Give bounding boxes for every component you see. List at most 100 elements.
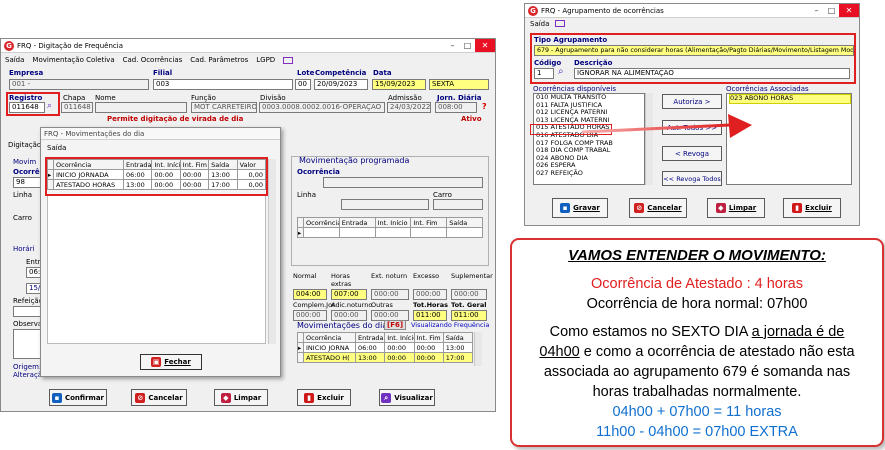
revoga-todos-button[interactable]: << Revoga Todos — [662, 171, 722, 186]
registro-highlight — [6, 92, 60, 116]
right-excluir-label: Excluir — [805, 204, 832, 212]
lote-label: Lote — [297, 69, 315, 77]
right-menu-saida[interactable]: Saída — [530, 20, 549, 28]
adic-noturno-value: 000:00 — [331, 310, 367, 321]
autoriza-button[interactable]: Autoriza > — [662, 94, 722, 109]
competencia-label: Competência — [315, 69, 367, 77]
mov-dia-key[interactable]: [F6] — [384, 320, 407, 330]
table-row[interactable]: ▸ INICIO JORNA 06:00 00:00 00:00 13:00 — [297, 342, 474, 353]
menu-mov-coletiva[interactable]: Movimentação Coletiva — [32, 56, 114, 64]
right-limpar-button[interactable]: ◆ Limpar — [707, 198, 765, 218]
limpar-button[interactable]: ◆ Limpar — [214, 389, 268, 406]
divisao-label: Divisão — [260, 94, 286, 102]
normal-label: Normal — [293, 272, 317, 280]
revoga-todos-label: << Revoga Todos — [663, 174, 721, 183]
revoga-button[interactable]: < Revoga — [662, 146, 722, 161]
search-icon[interactable]: ⌕ — [558, 66, 564, 77]
lgpd-icon[interactable] — [283, 56, 294, 64]
cell: 00:00 — [384, 342, 415, 353]
prog-linha-field — [341, 199, 429, 210]
tipo-select[interactable]: 679 - Agrupamento para não considerar ho… — [534, 45, 854, 56]
data-field[interactable]: 15/09/2023 — [372, 79, 426, 90]
lote-field[interactable]: 00 — [295, 79, 311, 90]
digitacao-tab[interactable]: Digitação — [8, 141, 41, 149]
prog-ocorrencia-label: Ocorrência — [297, 168, 340, 176]
menu-cad-parametros[interactable]: Cad. Parâmetros — [190, 56, 248, 64]
ocorr-field[interactable]: 98 — [13, 177, 41, 188]
cancel-icon: ⊘ — [634, 203, 645, 213]
mov-dia-table: OcorrênciaEntradaInt. InícioInt. FimSaíd… — [297, 332, 474, 363]
eraser-icon: ◆ — [715, 203, 726, 213]
title-bar: G FRQ - Digitação de Frequência – □ ✕ — [1, 39, 495, 53]
menu-saida[interactable]: Saída — [5, 56, 24, 64]
list-item[interactable]: 023 ABONO HORAS — [729, 94, 851, 104]
window-title: FRQ - Digitação de Frequência — [17, 41, 124, 50]
mov-dia-scrollbar[interactable] — [474, 332, 482, 366]
excluir-button[interactable]: ▮ Excluir — [297, 389, 351, 406]
gravar-button[interactable]: ▪ Gravar — [552, 198, 608, 218]
minimize-icon[interactable]: – — [445, 39, 460, 52]
data-label: Data — [373, 69, 392, 77]
menu-lgpd[interactable]: LGPD — [256, 56, 275, 64]
close-icon[interactable]: ✕ — [475, 39, 495, 52]
cell: ATESTADO H( — [303, 352, 356, 363]
visualizando-link[interactable]: Visualizando Frequência — [411, 321, 489, 329]
funcao-label: Função — [191, 94, 216, 102]
competencia-field[interactable]: 20/09/2023 — [314, 79, 368, 90]
empresa-label: Empresa — [9, 69, 44, 77]
info-p1a: Como estamos no SEXTO DIA — [549, 324, 752, 340]
assoc-label: Ocorrências Associadas — [726, 85, 809, 93]
confirmar-button[interactable]: ▪ Confirmar — [49, 389, 107, 406]
filial-select[interactable]: 003 — [153, 79, 293, 90]
ocorr-label: Ocorrê — [13, 168, 40, 176]
list-item[interactable]: 027 REFEIÇÃO — [536, 169, 644, 178]
arrow-icon — [581, 114, 752, 138]
codigo-field[interactable]: 1 — [534, 68, 554, 79]
alteracao-label: Alteraçã — [13, 371, 43, 379]
info-line2: Ocorrência de hora normal: 07h00 — [586, 296, 808, 312]
app-logo-icon: G — [4, 40, 14, 51]
cell: INICIO JORNA — [303, 342, 356, 353]
horas-extras-value: 007:00 — [331, 289, 367, 300]
close-icon[interactable]: ✕ — [839, 4, 859, 17]
empresa-field[interactable]: 001 - — [9, 79, 149, 90]
magnifier-icon: ⌕ — [381, 392, 392, 403]
right-limpar-label: Limpar — [728, 204, 757, 212]
right-window-title: FRQ - Agrupamento de ocorrências — [541, 6, 664, 15]
prog-carro-label: Carro — [433, 191, 452, 199]
help-icon[interactable]: ? — [482, 102, 487, 111]
maximize-icon[interactable]: □ — [824, 4, 839, 17]
mov-dia-title: Movimentações do dia — [297, 321, 388, 330]
limpar-label: Limpar — [233, 393, 262, 402]
fechar-button[interactable]: ▣ Fechar — [140, 354, 202, 370]
observacao-field[interactable] — [13, 329, 41, 359]
cell: 13:00 — [442, 342, 474, 353]
dialog-menu-saida[interactable]: Saída — [47, 144, 66, 152]
cell: 00:00 — [413, 352, 444, 363]
cell: 06:00 — [354, 342, 386, 353]
movim-label: Movim — [13, 158, 37, 166]
minimize-icon[interactable]: – — [809, 4, 824, 17]
dialog-title-bar: FRQ - Movimentações do dia — [41, 128, 280, 140]
refeicao-field[interactable] — [13, 306, 41, 317]
lgpd-icon[interactable] — [555, 20, 565, 27]
descricao-field[interactable]: IGNORAR NA ALIMENTAÇÃO — [574, 68, 850, 79]
dialog-scrollbar[interactable] — [268, 159, 276, 344]
maximize-icon[interactable]: □ — [460, 39, 475, 52]
menu-cad-ocorrencias[interactable]: Cad. Ocorrências — [123, 56, 183, 64]
table-row[interactable]: ATESTADO H(13:00 00:00 00:00 17:00 — [297, 352, 474, 363]
visualizar-button[interactable]: ⌕ Visualizar — [379, 389, 435, 406]
cell: 13:00 — [354, 352, 386, 363]
right-excluir-button[interactable]: ▮ Excluir — [783, 198, 841, 218]
excesso-label: Excesso — [413, 272, 440, 280]
disp-label: Ocorrências disponíveis — [533, 85, 617, 93]
right-cancelar-button[interactable]: ⊘ Cancelar — [629, 198, 687, 218]
funcao-field: MOT CARRETEIRO — [191, 102, 257, 113]
cancelar-label: Cancelar — [148, 393, 183, 402]
prog-carro-field — [433, 199, 483, 210]
disk-icon: ▪ — [560, 203, 571, 213]
cancelar-button[interactable]: ⊘ Cancelar — [131, 389, 187, 406]
tipo-label: Tipo Agrupamento — [534, 36, 608, 44]
info-calc2: 11h00 - 04h00 = 07h00 EXTRA — [596, 424, 798, 440]
admissao-field: 24/03/2022 — [387, 102, 431, 113]
